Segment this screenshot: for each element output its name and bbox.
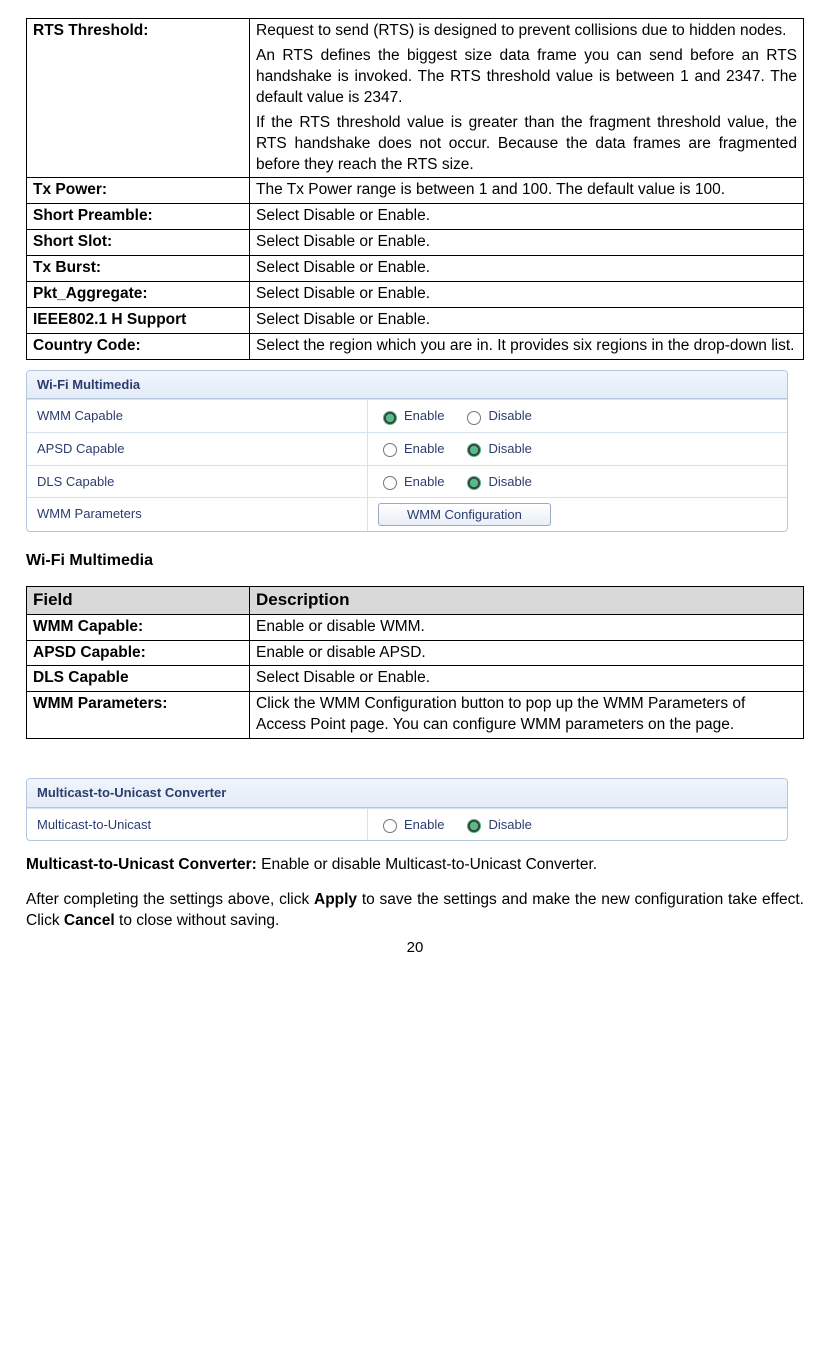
table-row: RTS Threshold: Request to send (RTS) is … <box>27 19 804 178</box>
field-label: APSD Capable: <box>27 640 250 666</box>
row-value: Enable Disable <box>367 809 787 841</box>
wmm-capable-row: WMM Capable Enable Disable <box>27 399 787 432</box>
table-row: Pkt_Aggregate: Select Disable or Enable. <box>27 282 804 308</box>
enable-option[interactable]: Enable <box>378 473 444 491</box>
desc-para: An RTS defines the biggest size data fra… <box>256 46 797 109</box>
field-label: WMM Parameters: <box>27 692 250 739</box>
table-row: Country Code: Select the region which yo… <box>27 333 804 359</box>
field-desc: Select Disable or Enable. <box>250 282 804 308</box>
mcu-enable-radio[interactable] <box>383 819 397 833</box>
wmm-disable-radio[interactable] <box>467 411 481 425</box>
table-header-row: Field Description <box>27 586 804 614</box>
apsd-disable-radio[interactable] <box>467 443 481 457</box>
mcu-bold-label: Multicast-to-Unicast Converter: <box>26 856 261 873</box>
panel-header: Wi-Fi Multimedia <box>27 371 787 400</box>
field-desc: Enable or disable WMM. <box>250 614 804 640</box>
enable-option[interactable]: Enable <box>378 440 444 458</box>
table-row: IEEE802.1 H Support Select Disable or En… <box>27 308 804 334</box>
row-label: Multicast-to-Unicast <box>27 809 367 841</box>
table-row: Tx Power: The Tx Power range is between … <box>27 178 804 204</box>
dls-disable-radio[interactable] <box>467 476 481 490</box>
mcu-description: Multicast-to-Unicast Converter: Enable o… <box>26 855 804 876</box>
row-label: APSD Capable <box>27 433 367 465</box>
wmm-configuration-button[interactable]: WMM Configuration <box>378 503 551 526</box>
field-desc: Select Disable or Enable. <box>250 666 804 692</box>
field-label: IEEE802.1 H Support <box>27 308 250 334</box>
table-row: WMM Parameters: Click the WMM Configurat… <box>27 692 804 739</box>
enable-option[interactable]: Enable <box>378 407 444 425</box>
field-desc: Select the region which you are in. It p… <box>250 333 804 359</box>
field-label: Short Slot: <box>27 230 250 256</box>
disable-option[interactable]: Disable <box>462 816 531 834</box>
field-label: Tx Power: <box>27 178 250 204</box>
field-label: Short Preamble: <box>27 204 250 230</box>
field-desc: Enable or disable APSD. <box>250 640 804 666</box>
panel-header: Multicast-to-Unicast Converter <box>27 779 787 808</box>
desc-para: Request to send (RTS) is designed to pre… <box>256 21 797 42</box>
header-field: Field <box>27 586 250 614</box>
field-desc: The Tx Power range is between 1 and 100.… <box>250 178 804 204</box>
field-desc: Select Disable or Enable. <box>250 308 804 334</box>
dls-enable-radio[interactable] <box>383 476 397 490</box>
dls-capable-row: DLS Capable Enable Disable <box>27 465 787 498</box>
field-desc: Select Disable or Enable. <box>250 256 804 282</box>
apply-word: Apply <box>314 891 357 908</box>
wifi-multimedia-panel: Wi-Fi Multimedia WMM Capable Enable Disa… <box>26 370 788 532</box>
field-label: Pkt_Aggregate: <box>27 282 250 308</box>
field-label: RTS Threshold: <box>27 19 250 178</box>
field-desc: Select Disable or Enable. <box>250 230 804 256</box>
field-desc: Click the WMM Configuration button to po… <box>250 692 804 739</box>
row-label: WMM Capable <box>27 400 367 432</box>
row-value: WMM Configuration <box>367 498 787 531</box>
mcu-rest-text: Enable or disable Multicast-to-Unicast C… <box>261 856 597 873</box>
wmm-enable-radio[interactable] <box>383 411 397 425</box>
wifi-multimedia-heading: Wi-Fi Multimedia <box>26 550 804 572</box>
table-row: DLS Capable Select Disable or Enable. <box>27 666 804 692</box>
field-label: DLS Capable <box>27 666 250 692</box>
field-desc: Select Disable or Enable. <box>250 204 804 230</box>
table-row: APSD Capable: Enable or disable APSD. <box>27 640 804 666</box>
desc-para: If the RTS threshold value is greater th… <box>256 113 797 176</box>
enable-option[interactable]: Enable <box>378 816 444 834</box>
apply-cancel-paragraph: After completing the settings above, cli… <box>26 890 804 932</box>
row-value: Enable Disable <box>367 466 787 498</box>
table-row: Short Slot: Select Disable or Enable. <box>27 230 804 256</box>
multicast-unicast-row: Multicast-to-Unicast Enable Disable <box>27 808 787 841</box>
disable-option[interactable]: Disable <box>462 473 531 491</box>
row-value: Enable Disable <box>367 433 787 465</box>
field-label: Tx Burst: <box>27 256 250 282</box>
wifi-multimedia-table: Field Description WMM Capable: Enable or… <box>26 586 804 740</box>
cancel-word: Cancel <box>64 912 115 929</box>
table-row: Short Preamble: Select Disable or Enable… <box>27 204 804 230</box>
apsd-enable-radio[interactable] <box>383 443 397 457</box>
field-label: Country Code: <box>27 333 250 359</box>
settings-table-1: RTS Threshold: Request to send (RTS) is … <box>26 18 804 360</box>
field-desc: Request to send (RTS) is designed to pre… <box>250 19 804 178</box>
disable-option[interactable]: Disable <box>462 407 531 425</box>
apsd-capable-row: APSD Capable Enable Disable <box>27 432 787 465</box>
header-description: Description <box>250 586 804 614</box>
table-row: WMM Capable: Enable or disable WMM. <box>27 614 804 640</box>
page-number: 20 <box>26 938 804 958</box>
row-label: WMM Parameters <box>27 498 367 531</box>
row-label: DLS Capable <box>27 466 367 498</box>
field-label: WMM Capable: <box>27 614 250 640</box>
multicast-unicast-panel: Multicast-to-Unicast Converter Multicast… <box>26 778 788 841</box>
wmm-parameters-row: WMM Parameters WMM Configuration <box>27 497 787 531</box>
table-row: Tx Burst: Select Disable or Enable. <box>27 256 804 282</box>
mcu-disable-radio[interactable] <box>467 819 481 833</box>
disable-option[interactable]: Disable <box>462 440 531 458</box>
row-value: Enable Disable <box>367 400 787 432</box>
